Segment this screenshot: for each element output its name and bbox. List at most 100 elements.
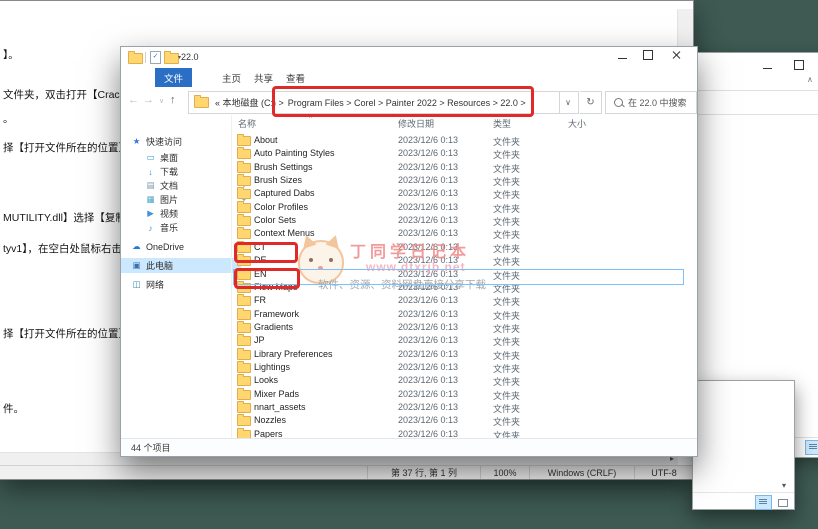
column-header-date[interactable]: 修改日期 [398, 117, 434, 130]
picture-icon: ▦ [146, 194, 155, 204]
column-header-name[interactable]: 名称 [238, 117, 256, 130]
file-name[interactable]: Nozzles [254, 415, 286, 425]
forward-icon[interactable]: → [143, 94, 154, 106]
sidebar-item-label: 下载 [160, 167, 179, 177]
file-name[interactable]: Color Sets [254, 215, 296, 225]
file-name[interactable]: Brush Settings [254, 162, 313, 172]
file-row-Framework[interactable]: Framework 2023/12/6 0:13 文件夹 [232, 307, 697, 321]
refresh-icon[interactable]: ↻ [580, 91, 602, 114]
folder-icon [237, 374, 251, 387]
file-row-Brush Sizes[interactable]: Brush Sizes 2023/12/6 0:13 文件夹 [232, 174, 697, 187]
minimize-button[interactable] [611, 51, 633, 65]
column-header-size[interactable]: 大小 [568, 117, 586, 130]
sidebar-item-网络[interactable]: ◫ 网络 [121, 277, 241, 292]
file-row-DE[interactable]: DE 2023/12/6 0:13 文件夹 [232, 254, 697, 267]
file-type: 文件夹 [493, 390, 521, 401]
file-row-Color Profiles[interactable]: Color Profiles 2023/12/6 0:13 文件夹 [232, 200, 697, 214]
file-row-Context Menus[interactable]: Context Menus 2023/12/6 0:13 文件夹 [232, 227, 697, 240]
file-row-CT[interactable]: CT 2023/12/6 0:13 文件夹 [232, 240, 697, 254]
file-name[interactable]: Color Profiles [254, 202, 308, 212]
file-row-Brush Settings[interactable]: Brush Settings 2023/12/6 0:13 文件夹 [232, 160, 697, 174]
sidebar-item-label: 网络 [146, 280, 165, 290]
tab-file[interactable]: 文件 [155, 68, 193, 87]
sidebar-item-label: 音乐 [160, 223, 179, 233]
folder-icon [237, 134, 251, 146]
minimize-button[interactable] [756, 61, 778, 75]
file-name[interactable]: Mixer Pads [254, 389, 299, 399]
file-name[interactable]: Library Preferences [254, 349, 333, 359]
file-name[interactable]: Looks [254, 375, 278, 385]
file-name[interactable]: Captured Dabs [254, 188, 315, 198]
file-type: 文件夹 [493, 363, 521, 374]
file-row-Library Preferences[interactable]: Library Preferences 2023/12/6 0:13 文件夹 [232, 347, 697, 361]
file-row-Gradients[interactable]: Gradients 2023/12/6 0:13 文件夹 [232, 320, 697, 334]
file-row-About[interactable]: About 2023/12/6 0:13 文件夹 [232, 134, 697, 147]
file-row-Mixer Pads[interactable]: Mixer Pads 2023/12/6 0:13 文件夹 [232, 387, 697, 401]
sidebar-item-OneDrive[interactable]: ☁ OneDrive [121, 239, 241, 254]
folder-icon [237, 387, 251, 400]
notepad-text-line: 择【打开文件所在的位置】 [3, 142, 129, 154]
notepad-text-line: 】。 [3, 49, 19, 61]
file-date: 2023/12/6 0:13 [398, 388, 459, 399]
address-dropdown-icon[interactable]: ∨ [558, 91, 579, 114]
file-row-Auto Painting Styles[interactable]: Auto Painting Styles 2023/12/6 0:13 文件夹 [232, 147, 697, 160]
file-name[interactable]: FR [254, 295, 266, 305]
properties-icon[interactable]: ✓ [150, 51, 161, 64]
file-name[interactable]: Context Menus [254, 228, 315, 238]
details-view-button[interactable] [755, 495, 772, 510]
folder-icon [128, 51, 143, 64]
notepad-text-line: 文件夹，双击打开【Crack】 [3, 89, 136, 101]
explorer-status-bar: 44 个项目 [121, 438, 697, 456]
file-row-Lightings[interactable]: Lightings 2023/12/6 0:13 文件夹 [232, 360, 697, 374]
file-row-Captured Dabs[interactable]: Captured Dabs 2023/12/6 0:13 文件夹 [232, 187, 697, 200]
search-box[interactable] [605, 91, 697, 114]
ribbon-collapse-icon[interactable]: ∧ [807, 75, 813, 84]
up-icon[interactable]: ↑ [170, 94, 176, 106]
notepad-text-line: 择【打开文件所在的位置】 [3, 328, 129, 340]
file-row-nnart_assets[interactable]: nnart_assets 2023/12/6 0:13 文件夹 [232, 401, 697, 414]
file-name[interactable]: Auto Painting Styles [254, 148, 335, 158]
sidebar-item-快速访问[interactable]: ★ 快速访问 [121, 134, 241, 149]
column-header-type[interactable]: 类型 [493, 117, 511, 130]
file-type: 文件夹 [493, 310, 521, 321]
file-row-FR[interactable]: FR 2023/12/6 0:13 文件夹 [232, 294, 697, 307]
file-name[interactable]: nnart_assets [254, 402, 306, 412]
details-view-button[interactable] [805, 440, 818, 455]
folder-icon [237, 187, 251, 200]
sidebar-item-label: OneDrive [146, 241, 185, 252]
notepad-text-line: 。 [3, 113, 14, 125]
sidebar-item-此电脑[interactable]: ▣ 此电脑 [121, 258, 241, 273]
file-name[interactable]: Lightings [254, 362, 290, 372]
thumbnail-view-button[interactable] [774, 495, 791, 510]
maximize-button[interactable] [637, 48, 659, 62]
file-date: 2023/12/6 0:13 [398, 402, 459, 412]
file-name[interactable]: Gradients [254, 322, 293, 332]
file-row-Color Sets[interactable]: Color Sets 2023/12/6 0:13 文件夹 [232, 214, 697, 227]
file-type: 文件夹 [493, 257, 521, 268]
file-name[interactable]: About [254, 135, 278, 145]
document-icon: ▤ [146, 180, 155, 190]
maximize-button[interactable] [788, 58, 810, 72]
title-bar[interactable]: ✓ ▾ 22.0 [121, 47, 697, 68]
file-type: 文件夹 [493, 350, 521, 361]
back-icon[interactable]: ← [128, 94, 139, 106]
file-date: 2023/12/6 0:13 [398, 175, 459, 186]
file-name[interactable]: Framework [254, 309, 299, 319]
file-type: 文件夹 [493, 137, 521, 147]
navigation-pane: ★快速访问▭桌面✦↓下载✦▤文档✦▦图片✦▶视频♪音乐☁OneDrive▣此电脑… [121, 115, 247, 438]
annotation-red-box-en [234, 268, 300, 289]
close-button[interactable] [665, 47, 687, 61]
search-input[interactable] [628, 97, 688, 108]
folder-icon [237, 227, 251, 240]
file-row-Looks[interactable]: Looks 2023/12/6 0:13 文件夹 [232, 374, 697, 387]
file-name[interactable]: JP [254, 335, 265, 345]
file-row-Nozzles[interactable]: Nozzles 2023/12/6 0:13 文件夹 [232, 414, 697, 427]
file-row-JP[interactable]: JP 2023/12/6 0:13 文件夹 [232, 334, 697, 347]
scroll-down-icon[interactable]: ▾ [782, 481, 786, 490]
file-type: 文件夹 [493, 190, 521, 201]
new-folder-icon[interactable] [164, 51, 179, 64]
recent-locations-icon[interactable]: ∨ [159, 97, 164, 105]
tab-view[interactable]: 查看 [277, 68, 314, 87]
file-type: 文件夹 [493, 377, 521, 388]
file-name[interactable]: Brush Sizes [254, 175, 302, 185]
